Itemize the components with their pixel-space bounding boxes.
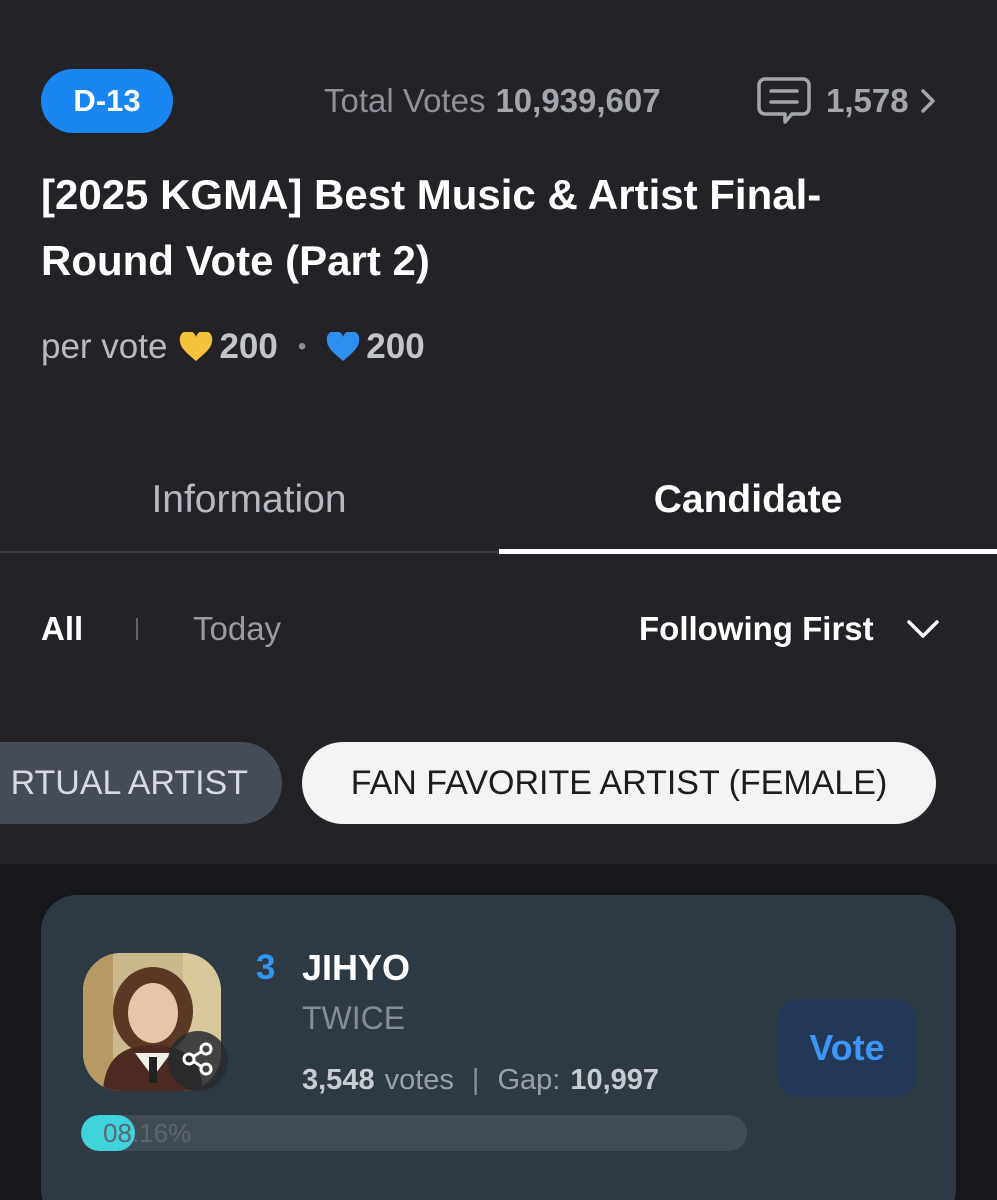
sort-label: Following First	[639, 610, 874, 647]
vote-count-label: votes	[384, 1063, 454, 1096]
stats-divider: |	[471, 1063, 480, 1096]
blue-heart-icon	[326, 329, 362, 365]
share-button[interactable]	[168, 1031, 228, 1091]
dday-badge: D-13	[41, 69, 173, 133]
filter-divider	[136, 618, 138, 640]
total-votes: Total Votes 10,939,607	[324, 79, 661, 123]
vote-percentage: 08.16%	[103, 1117, 192, 1148]
vote-progress-bar: 08.16%	[81, 1115, 747, 1151]
candidate-stats: 3,548 votes | Gap: 10,997	[302, 1058, 659, 1102]
gap-label: Gap:	[497, 1063, 561, 1096]
tab-candidate[interactable]: Candidate	[499, 450, 997, 550]
page-title: [2025 KGMA] Best Music & Artist Final-Ro…	[41, 171, 822, 284]
gold-heart-icon	[179, 329, 215, 365]
comment-icon	[756, 74, 814, 128]
candidate-name: JIHYO	[302, 947, 411, 988]
sort-dropdown[interactable]: Following First	[639, 606, 940, 652]
gold-heart-amount: 200	[219, 327, 278, 366]
candidate-group: TWICE	[302, 999, 406, 1036]
vote-page: D-13 Total Votes 10,939,607 1,578 [2025 …	[0, 0, 997, 1200]
comments-link[interactable]: 1,578	[756, 74, 941, 128]
gap-value: 10,997	[570, 1063, 660, 1096]
filter-today[interactable]: Today	[193, 606, 281, 652]
tab-bar: Information Candidate	[0, 450, 997, 554]
total-votes-label: Total Votes	[324, 82, 486, 119]
tab-information[interactable]: Information	[0, 450, 498, 550]
total-votes-value: 10,939,607	[495, 82, 661, 119]
vote-button[interactable]: Vote	[778, 999, 916, 1097]
filter-all[interactable]: All	[41, 606, 83, 652]
per-vote-label: per vote	[41, 327, 168, 366]
tab-active-indicator	[499, 549, 997, 554]
category-chip-virtual-artist[interactable]: RTUAL ARTIST	[0, 742, 282, 824]
comment-count: 1,578	[826, 82, 909, 119]
candidate-rank: 3	[256, 948, 276, 987]
share-icon	[181, 1042, 215, 1081]
per-vote-cost: per vote 200 • 200	[41, 322, 425, 372]
vote-count: 3,548	[302, 1063, 375, 1096]
chevron-right-icon	[919, 86, 941, 116]
separator-dot: •	[297, 333, 307, 360]
blue-heart-amount: 200	[366, 327, 425, 366]
category-chip-fan-favorite-female[interactable]: FAN FAVORITE ARTIST (FEMALE)	[302, 742, 936, 824]
chevron-down-icon	[906, 617, 940, 641]
